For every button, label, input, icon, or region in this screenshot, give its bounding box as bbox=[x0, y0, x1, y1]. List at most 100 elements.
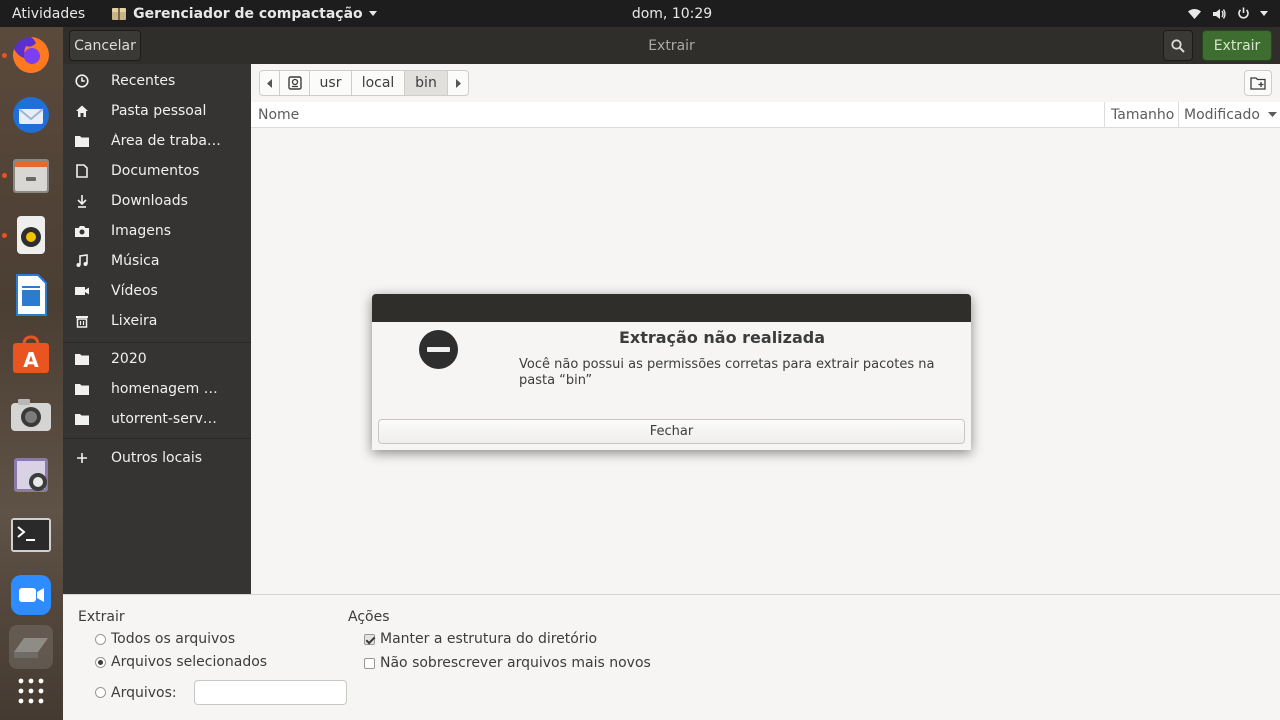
selected-files-option[interactable]: Arquivos selecionados bbox=[95, 654, 267, 670]
folder-icon bbox=[75, 414, 89, 425]
close-button[interactable]: Fechar bbox=[378, 419, 965, 444]
running-indicator bbox=[2, 173, 7, 178]
extract-section-heading: Extrair bbox=[78, 609, 125, 625]
error-dialog: Extração não realizada Você não possui a… bbox=[372, 294, 971, 450]
breadcrumb: usr local bin bbox=[259, 70, 469, 96]
sort-down-icon bbox=[1267, 112, 1277, 117]
sidebar-item-label: utorrent-serve... bbox=[111, 411, 221, 427]
file-manager-icon[interactable] bbox=[9, 153, 53, 197]
system-tray[interactable] bbox=[1187, 0, 1268, 27]
header-bar: Cancelar Extrair Extrair bbox=[63, 27, 1280, 64]
sidebar-item-label: Outros locais bbox=[111, 450, 203, 466]
chevron-right-icon bbox=[456, 78, 461, 88]
files-pattern-label: Arquivos: bbox=[111, 684, 177, 701]
dialog-titlebar[interactable] bbox=[372, 294, 971, 322]
sidebar-item-videos[interactable]: Vídeos bbox=[63, 276, 251, 306]
places-sidebar: Recentes Pasta pessoal Área de trabalho … bbox=[63, 64, 251, 620]
firefox-icon[interactable] bbox=[9, 33, 53, 77]
libreoffice-writer-icon[interactable] bbox=[9, 273, 53, 317]
path-root-button[interactable] bbox=[280, 71, 310, 95]
sidebar-item-downloads[interactable]: Downloads bbox=[63, 186, 251, 216]
keep-structure-checkbox[interactable] bbox=[364, 633, 375, 645]
no-overwrite-option[interactable]: Não sobrescrever arquivos mais novos bbox=[364, 655, 651, 671]
video-icon bbox=[75, 287, 89, 295]
all-files-label: Todos os arquivos bbox=[111, 631, 236, 647]
files-pattern-radio[interactable] bbox=[95, 687, 106, 698]
all-files-option[interactable]: Todos os arquivos bbox=[95, 631, 235, 647]
archive-manager-icon[interactable] bbox=[9, 625, 53, 669]
home-icon bbox=[76, 105, 88, 117]
path-segment-bin[interactable]: bin bbox=[405, 71, 448, 95]
path-segment-usr[interactable]: usr bbox=[310, 71, 352, 95]
zoom-icon[interactable] bbox=[9, 573, 53, 617]
sidebar-item-recentes[interactable]: Recentes bbox=[63, 66, 251, 96]
column-modified-header[interactable]: Modificado bbox=[1184, 102, 1277, 128]
sidebar-item-label: 2020 bbox=[111, 351, 147, 367]
selected-files-radio[interactable] bbox=[95, 656, 106, 668]
sidebar-item-label: Lixeira bbox=[111, 313, 158, 329]
sidebar-item-label: Música bbox=[111, 253, 160, 269]
sidebar-separator bbox=[63, 342, 251, 343]
keep-structure-option[interactable]: Manter a estrutura do diretório bbox=[364, 631, 597, 647]
column-modified-label: Modificado bbox=[1184, 107, 1260, 123]
download-icon bbox=[77, 195, 87, 208]
path-forward-button[interactable] bbox=[448, 71, 468, 95]
sidebar-item-homenagem[interactable]: homenagem g... bbox=[63, 374, 251, 404]
folder-icon bbox=[75, 354, 89, 365]
sidebar-item-label: Recentes bbox=[111, 73, 176, 89]
rhythmbox-icon[interactable] bbox=[9, 213, 53, 257]
sidebar-item-label: Pasta pessoal bbox=[111, 103, 207, 119]
camera-icon bbox=[75, 226, 89, 237]
sidebar-item-label: homenagem g... bbox=[111, 381, 221, 397]
keep-structure-label: Manter a estrutura do diretório bbox=[380, 631, 598, 647]
volume-icon bbox=[1213, 8, 1226, 19]
power-icon bbox=[1238, 7, 1249, 19]
sidebar-item-label: Documentos bbox=[111, 163, 200, 179]
column-name-header[interactable]: Nome bbox=[258, 102, 299, 128]
clock[interactable]: dom, 10:29 bbox=[0, 6, 1280, 22]
terminal-icon[interactable] bbox=[9, 513, 53, 557]
new-folder-button[interactable] bbox=[1244, 70, 1272, 96]
screenshot-icon[interactable] bbox=[9, 393, 53, 437]
extract-options: Extrair Todos os arquivos Arquivos selec… bbox=[63, 594, 1280, 720]
clock-icon bbox=[75, 74, 89, 88]
extract-button[interactable]: Extrair bbox=[1202, 30, 1272, 61]
path-segment-local[interactable]: local bbox=[352, 71, 405, 95]
sidebar-item-pasta-pessoal[interactable]: Pasta pessoal bbox=[63, 96, 251, 126]
path-back-button[interactable] bbox=[260, 71, 280, 95]
ubuntu-software-icon[interactable]: A bbox=[9, 333, 53, 377]
sidebar-item-label: Imagens bbox=[111, 223, 172, 239]
files-pattern-option[interactable]: Arquivos: bbox=[95, 680, 347, 705]
no-overwrite-label: Não sobrescrever arquivos mais novos bbox=[380, 655, 651, 671]
thunderbird-icon[interactable] bbox=[9, 93, 53, 137]
sidebar-item-area-de-trabalho[interactable]: Área de trabalho bbox=[63, 126, 251, 156]
music-icon bbox=[76, 254, 88, 267]
dialog-message: Você não possui as permissões corretas p… bbox=[519, 357, 935, 388]
sidebar-item-musica[interactable]: Música bbox=[63, 246, 251, 276]
sidebar-item-outros-locais[interactable]: Outros locais bbox=[63, 443, 251, 473]
running-indicator bbox=[2, 53, 7, 58]
search-button[interactable] bbox=[1163, 30, 1193, 61]
column-divider bbox=[1178, 102, 1179, 128]
sidebar-item-utorrent-server[interactable]: utorrent-serve... bbox=[63, 404, 251, 434]
files-pattern-input[interactable] bbox=[193, 680, 347, 705]
trash-icon bbox=[76, 316, 88, 328]
new-folder-icon bbox=[1250, 77, 1266, 90]
folder-icon bbox=[75, 136, 89, 147]
running-indicator bbox=[2, 233, 7, 238]
no-overwrite-checkbox[interactable] bbox=[364, 657, 375, 669]
all-files-radio[interactable] bbox=[95, 633, 106, 645]
dock: A bbox=[0, 27, 63, 720]
document-icon bbox=[76, 164, 88, 178]
chevron-down-icon bbox=[1260, 11, 1268, 16]
dialog-heading: Extração não realizada bbox=[618, 328, 826, 347]
sidebar-item-documentos[interactable]: Documentos bbox=[63, 156, 251, 186]
cheese-icon[interactable] bbox=[9, 453, 53, 497]
sidebar-item-2020[interactable]: 2020 bbox=[63, 344, 251, 374]
sidebar-item-lixeira[interactable]: Lixeira bbox=[63, 306, 251, 336]
show-apps-icon[interactable] bbox=[9, 669, 53, 713]
column-size-header[interactable]: Tamanho bbox=[1111, 102, 1174, 128]
column-headers: Nome Tamanho Modificado bbox=[251, 102, 1280, 128]
folder-icon bbox=[75, 384, 89, 395]
sidebar-item-imagens[interactable]: Imagens bbox=[63, 216, 251, 246]
